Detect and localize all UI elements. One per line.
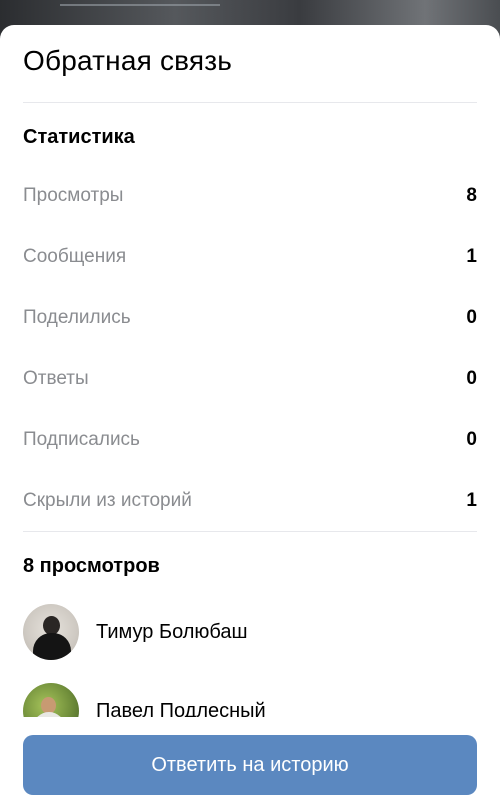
- stat-row-subscribed: Подписались 0: [23, 420, 477, 460]
- stat-row-replies: Ответы 0: [23, 359, 477, 399]
- reply-to-story-button[interactable]: Ответить на историю: [23, 735, 477, 795]
- viewer-row[interactable]: Тимур Болюбаш: [23, 604, 477, 660]
- sheet-title: Обратная связь: [23, 45, 233, 76]
- background-streak: [60, 4, 220, 6]
- viewer-row[interactable]: Павел Подлесный: [23, 683, 477, 717]
- avatar[interactable]: [23, 604, 79, 660]
- title-divider: [23, 102, 477, 103]
- stat-label: Сообщения: [23, 246, 127, 267]
- stat-label: Просмотры: [23, 185, 124, 206]
- bottom-action-bar: Ответить на историю: [0, 717, 500, 808]
- avatar[interactable]: [23, 683, 79, 717]
- feedback-sheet: Обратная связь Статистика Просмотры 8 Со…: [0, 25, 500, 808]
- viewer-name[interactable]: Тимур Болюбаш: [96, 621, 248, 644]
- stat-row-hidden: Скрыли из историй 1: [23, 481, 477, 521]
- stat-label: Скрыли из историй: [23, 490, 192, 511]
- statistics-title: Статистика: [23, 126, 135, 148]
- stat-label: Подписались: [23, 429, 140, 450]
- stat-value: 1: [466, 490, 477, 511]
- stat-row-messages: Сообщения 1: [23, 237, 477, 277]
- stat-row-views: Просмотры 8: [23, 176, 477, 216]
- stat-value: 1: [466, 246, 477, 267]
- stat-label: Поделились: [23, 307, 131, 328]
- stat-value: 0: [466, 429, 477, 450]
- viewer-list: Тимур Болюбаш Павел Подлесный: [0, 600, 500, 717]
- stats-divider: [23, 531, 477, 532]
- stat-label: Ответы: [23, 368, 89, 389]
- viewer-name[interactable]: Павел Подлесный: [96, 700, 266, 718]
- stat-value: 8: [466, 185, 477, 206]
- viewers-title: 8 просмотров: [23, 555, 160, 577]
- stat-row-shares: Поделились 0: [23, 298, 477, 338]
- stat-value: 0: [466, 307, 477, 328]
- avatar-body: [33, 633, 71, 660]
- stat-value: 0: [466, 368, 477, 389]
